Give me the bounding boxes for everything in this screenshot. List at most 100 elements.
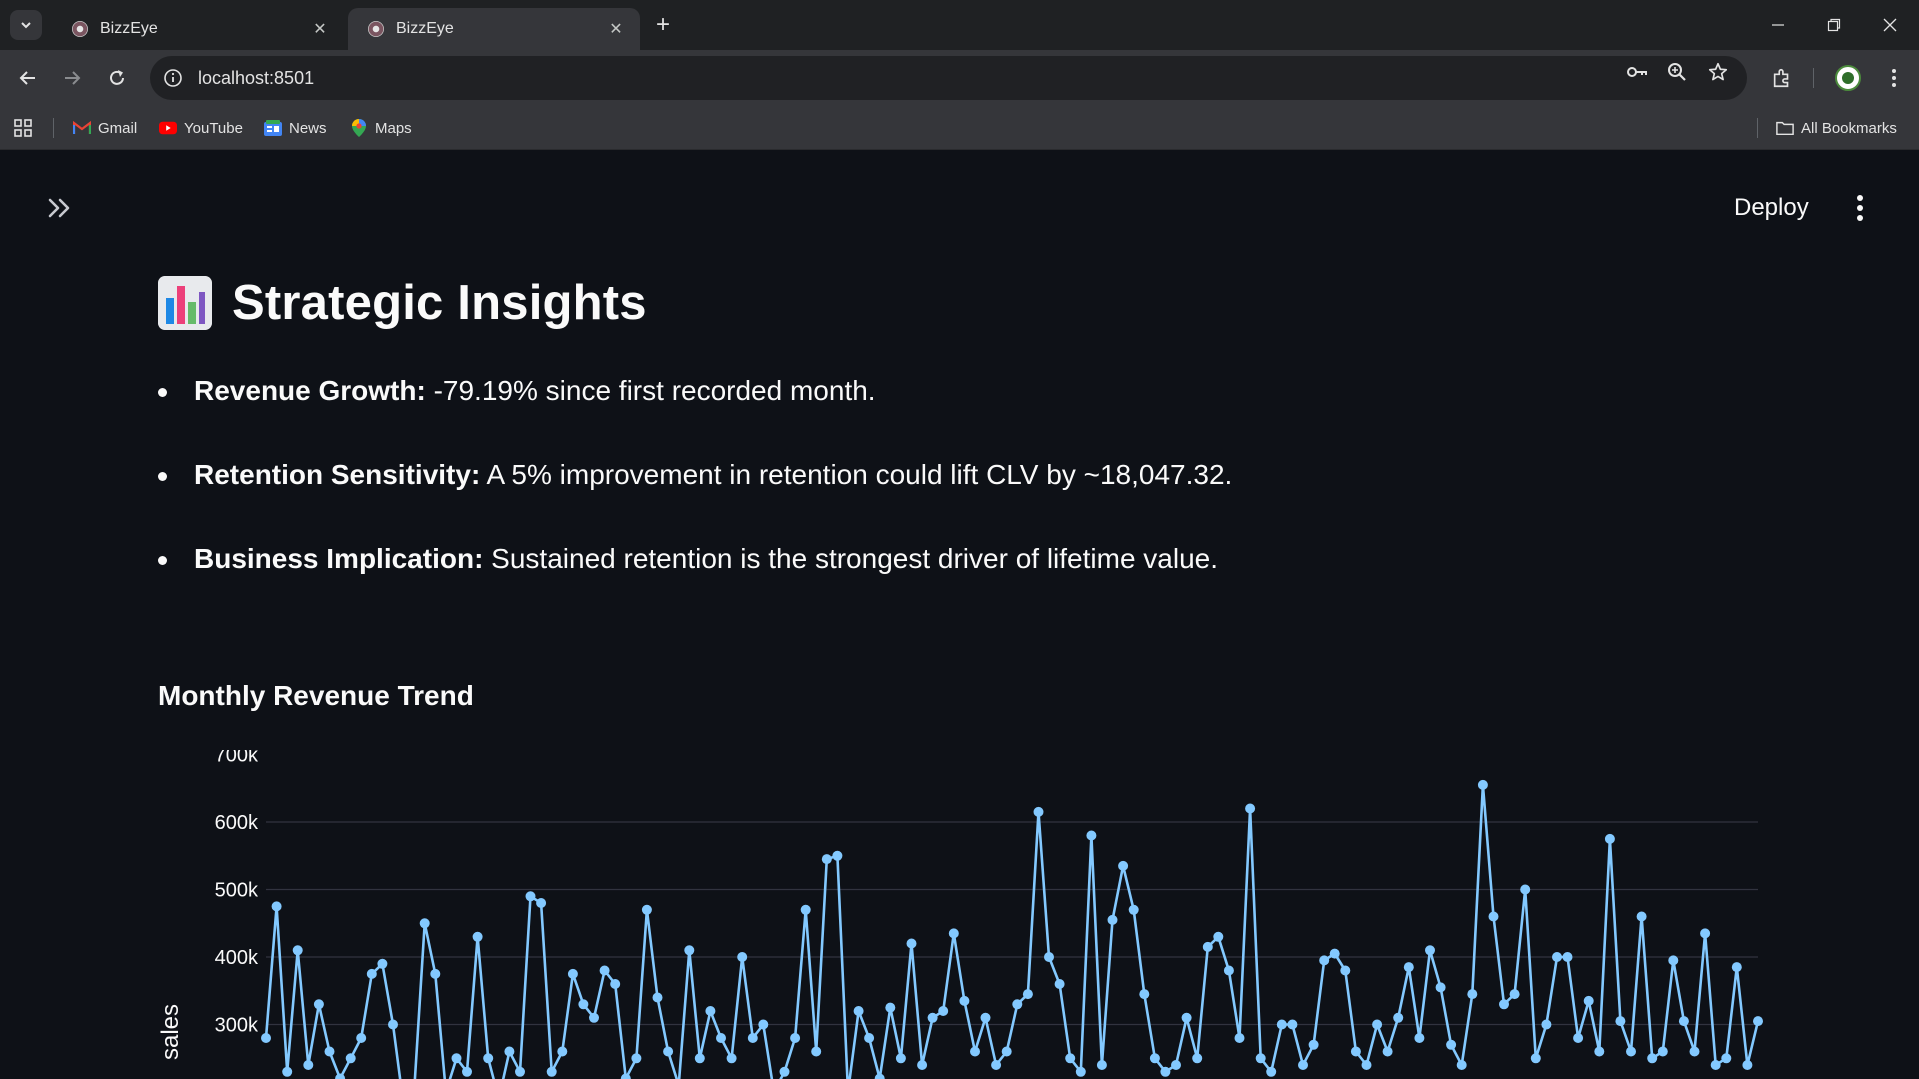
bar-chart-emoji-icon — [158, 276, 212, 330]
insight-label: Revenue Growth: — [194, 375, 426, 406]
data-point — [303, 1060, 314, 1070]
folder-icon — [1776, 119, 1794, 137]
new-tab-button[interactable]: + — [650, 11, 676, 38]
data-point — [1594, 1046, 1605, 1057]
data-point — [356, 1033, 367, 1043]
y-tick-label: 700k — [215, 750, 259, 767]
bookmark-label: Maps — [375, 119, 412, 137]
data-point — [800, 904, 811, 915]
data-point — [1319, 955, 1330, 966]
insight-label: Business Implication: — [194, 543, 484, 574]
data-point — [1012, 999, 1023, 1010]
all-bookmarks-label: All Bookmarks — [1801, 119, 1897, 137]
data-point — [345, 1053, 356, 1064]
extensions-puzzle-icon[interactable] — [1766, 62, 1798, 94]
y-tick-label: 400k — [215, 947, 259, 969]
restore-icon — [1827, 18, 1841, 32]
tab-search-button[interactable] — [10, 10, 42, 40]
data-point — [1350, 1046, 1361, 1057]
bookmark-label: Gmail — [98, 119, 138, 137]
data-point — [811, 1046, 822, 1057]
data-point — [610, 979, 621, 989]
close-tab-icon[interactable]: ✕ — [606, 19, 626, 39]
password-key-icon[interactable] — [1625, 60, 1649, 84]
data-point — [1541, 1019, 1552, 1030]
bookmark-youtube[interactable]: YouTube — [159, 116, 243, 140]
tab-title: BizzEye — [396, 20, 454, 37]
bookmark-maps[interactable]: Maps — [350, 116, 412, 140]
bookmarks-divider — [1757, 118, 1758, 138]
bookmark-news[interactable]: News — [264, 116, 327, 140]
data-point — [948, 928, 959, 939]
y-tick-label: 500k — [215, 880, 259, 902]
data-point — [292, 945, 303, 956]
back-button[interactable] — [12, 62, 44, 94]
data-point — [747, 1033, 758, 1043]
data-point — [874, 1073, 885, 1079]
data-point — [1202, 941, 1213, 952]
bookmark-star-icon[interactable] — [1706, 60, 1730, 84]
page-heading: Strategic Insights — [232, 276, 647, 330]
app-menu-button[interactable] — [1842, 188, 1878, 228]
bookmark-label: News — [289, 119, 327, 137]
browser-menu-icon[interactable] — [1878, 62, 1910, 94]
site-info-icon[interactable] — [156, 61, 190, 95]
data-point — [1213, 931, 1224, 942]
bookmark-gmail[interactable]: Gmail — [73, 116, 137, 140]
close-tab-icon[interactable]: ✕ — [310, 19, 330, 39]
data-point — [1689, 1046, 1700, 1057]
insights-list: Revenue Growth: -79.19% since first reco… — [158, 372, 1232, 624]
data-point — [1530, 1053, 1541, 1064]
insight-item: Revenue Growth: -79.19% since first reco… — [158, 372, 1232, 456]
forward-button[interactable] — [56, 62, 88, 94]
monthly-revenue-chart[interactable]: 300k 400k 500k 600k 700k sales — [150, 750, 1770, 1079]
browser-toolbar: localhost:8501 — [0, 50, 1919, 106]
browser-tab-2[interactable]: BizzEye ✕ — [348, 8, 640, 50]
data-point — [927, 1012, 938, 1023]
data-point — [1647, 1053, 1658, 1064]
data-point — [1467, 989, 1478, 1000]
data-point — [895, 1053, 906, 1064]
data-point — [906, 938, 917, 949]
address-bar[interactable]: localhost:8501 — [150, 56, 1747, 100]
data-point — [1298, 1060, 1308, 1070]
profile-avatar[interactable] — [1835, 65, 1861, 91]
data-point — [790, 1033, 801, 1043]
all-bookmarks-button[interactable]: All Bookmarks — [1776, 116, 1897, 140]
data-point — [1044, 952, 1054, 962]
insight-text: Sustained retention is the strongest dri… — [483, 543, 1219, 574]
data-point — [980, 1012, 991, 1023]
data-point — [1255, 1053, 1266, 1064]
data-point — [1118, 860, 1129, 871]
data-point — [1245, 803, 1256, 814]
reload-button[interactable] — [101, 62, 133, 94]
data-point — [1181, 1012, 1192, 1023]
data-point — [282, 1066, 293, 1077]
apps-button[interactable] — [14, 116, 32, 140]
insight-item: Retention Sensitivity: A 5% improvement … — [158, 456, 1232, 540]
minimize-button[interactable] — [1750, 0, 1806, 50]
data-point — [1731, 962, 1742, 973]
tab-title: BizzEye — [100, 20, 158, 37]
restore-button[interactable] — [1806, 0, 1862, 50]
data-point — [832, 850, 843, 861]
arrow-left-icon — [19, 71, 35, 85]
data-point — [1160, 1066, 1171, 1077]
data-point — [1520, 884, 1531, 895]
data-point — [758, 1019, 769, 1030]
deploy-button[interactable]: Deploy — [1722, 188, 1821, 228]
data-point — [1065, 1053, 1076, 1064]
data-point — [885, 1002, 896, 1013]
data-point — [377, 958, 388, 969]
close-window-button[interactable] — [1862, 0, 1918, 50]
data-point — [1223, 965, 1234, 976]
data-point — [589, 1012, 599, 1023]
page-title: Strategic Insights — [158, 268, 647, 338]
data-point — [578, 999, 589, 1010]
zoom-icon[interactable] — [1665, 60, 1689, 84]
expand-sidebar-button[interactable] — [42, 190, 78, 226]
browser-tab-1[interactable]: BizzEye ✕ — [52, 8, 344, 50]
data-point — [1615, 1016, 1626, 1027]
data-point — [1128, 904, 1139, 915]
data-point — [1668, 955, 1679, 966]
